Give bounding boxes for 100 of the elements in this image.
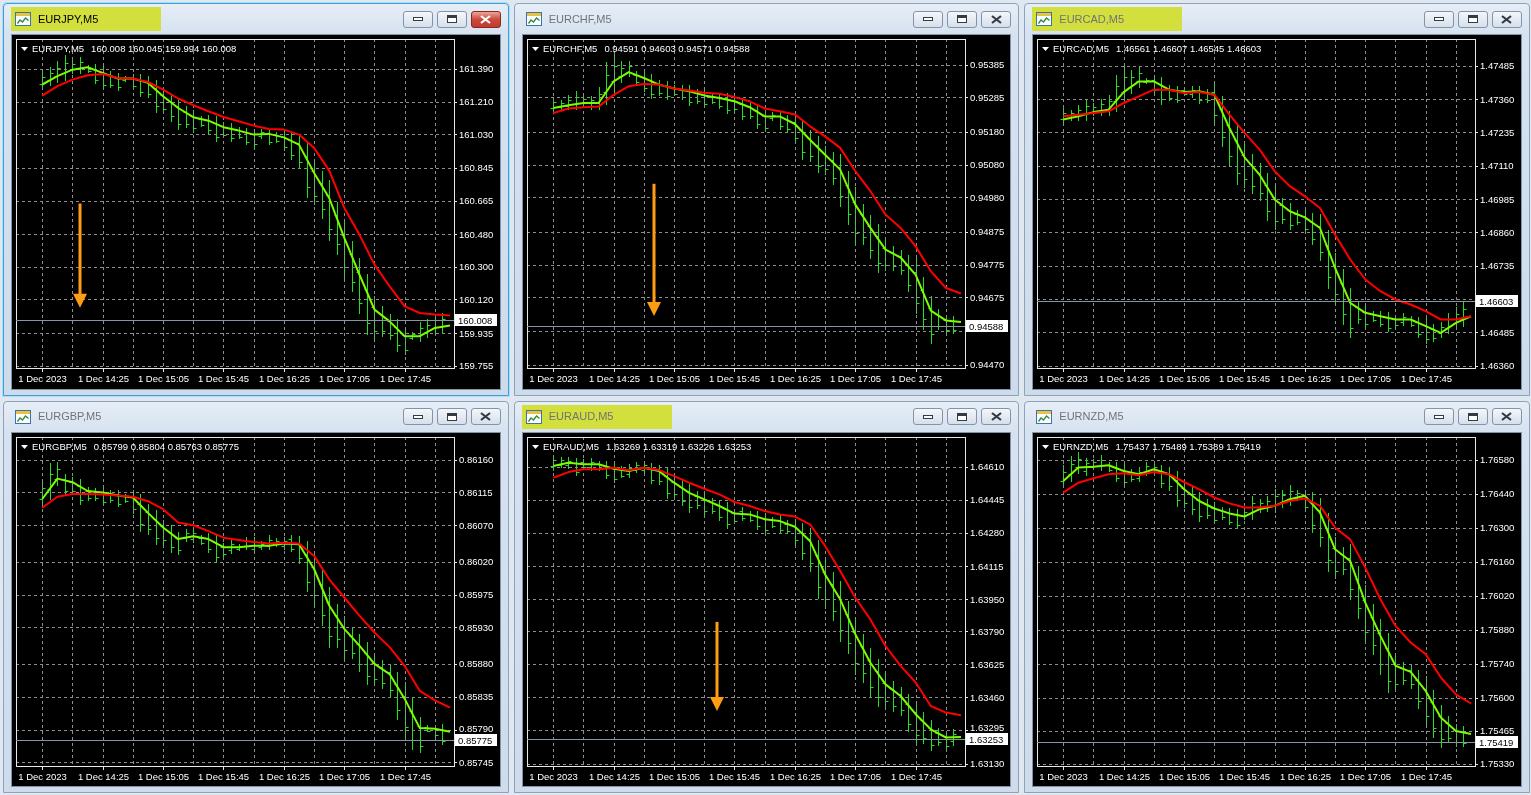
current-price-tag: 1.75419 [1476, 735, 1519, 748]
window-title: EURJPY,M5 [38, 11, 99, 27]
close-icon [480, 412, 492, 421]
price-axis-label: 0.86070 [459, 519, 494, 531]
restore-icon [1468, 15, 1478, 23]
close-button[interactable] [1492, 10, 1522, 28]
minimize-button[interactable] [402, 10, 433, 28]
time-axis-label: 1 Dec 15:05 [648, 770, 700, 782]
time-axis-label: 1 Dec 17:05 [829, 770, 881, 782]
close-icon [1501, 412, 1513, 421]
price-axis-label: 1.76020 [1480, 589, 1515, 601]
price-axis-label: 1.47110 [1480, 160, 1514, 172]
minimize-icon [1434, 414, 1444, 419]
dropdown-triangle-icon[interactable] [1042, 444, 1050, 449]
restore-button[interactable] [947, 10, 978, 28]
chart-symbol-label: EURGBP,M5 [32, 440, 87, 451]
dropdown-triangle-icon[interactable] [21, 444, 28, 449]
price-axis-label: 1.63625 [969, 658, 1004, 670]
time-axis-label: 1 Dec 16:25 [258, 770, 311, 782]
time-axis-label: 1 Dec 2023 [528, 770, 578, 782]
restore-button[interactable] [436, 408, 467, 425]
price-axis-label: 0.85790 [459, 722, 494, 733]
minimize-button[interactable] [402, 408, 433, 425]
restore-button[interactable] [1458, 10, 1488, 28]
price-axis-label: 1.76160 [1480, 555, 1515, 567]
close-button[interactable] [981, 10, 1012, 28]
price-axis-label: 1.47485 [1480, 60, 1515, 72]
minimize-button[interactable] [1424, 408, 1454, 425]
price-axis-label: 0.85880 [459, 657, 494, 669]
price-axis-label: 0.94775 [969, 259, 1004, 271]
price-axis-label: 1.64115 [969, 560, 1004, 571]
time-axis-label: 1 Dec 15:05 [1159, 373, 1211, 384]
minimize-button[interactable] [913, 10, 944, 28]
price-axis-label: 1.63950 [969, 593, 1004, 605]
time-axis-label: 1 Dec 2023 [528, 373, 578, 384]
close-icon [480, 14, 492, 24]
window-title: EURCAD,M5 [1059, 11, 1125, 27]
minimize-button[interactable] [913, 408, 944, 425]
minimize-icon [412, 17, 423, 21]
ref-line-label: 1.75419 [1479, 736, 1514, 748]
price-axis-label: 0.85835 [459, 690, 494, 702]
close-icon [990, 412, 1002, 421]
price-axis-label: 0.86115 [459, 486, 493, 498]
ref-line-label: 0.85775 [458, 734, 493, 746]
current-price-tag: 1.46603 [1476, 295, 1519, 307]
price-axis-label: 1.64445 [969, 493, 1004, 505]
time-axis-label: 1 Dec 16:25 [1280, 373, 1332, 384]
window-title: EURNZD,M5 [1059, 409, 1124, 425]
close-button[interactable] [981, 408, 1012, 425]
time-axis-label: 1 Dec 17:05 [318, 373, 371, 384]
minimize-button[interactable] [1424, 10, 1454, 28]
time-axis-label: 1 Dec 16:25 [769, 770, 821, 782]
close-button[interactable] [470, 10, 501, 28]
chart-window-icon [15, 409, 31, 424]
price-axis-label: 0.95285 [969, 91, 1004, 103]
chart-symbol-label: EURAUD,M5 [542, 440, 599, 451]
price-axis-label: 0.86020 [459, 555, 494, 567]
price-axis-label: 1.46985 [1480, 193, 1515, 205]
price-axis-label: 0.94875 [969, 226, 1004, 238]
restore-button[interactable] [1458, 408, 1488, 425]
restore-button[interactable] [436, 10, 467, 28]
price-axis-label: 1.63790 [969, 625, 1004, 637]
time-axis-label: 1 Dec 2023 [18, 770, 67, 782]
time-axis-label: 1 Dec 14:25 [1099, 770, 1151, 782]
dropdown-triangle-icon[interactable] [531, 444, 539, 449]
ohlc-quote: 1.75437 1.75489 1.75389 1.75419 [1115, 440, 1261, 451]
price-axis-label: 1.64610 [969, 460, 1004, 472]
close-button[interactable] [1492, 408, 1522, 425]
window-title: EURCHF,M5 [548, 11, 612, 27]
price-axis-label: 1.46360 [1480, 360, 1515, 372]
ref-line-label: 0.94588 [968, 321, 1003, 332]
time-axis-label: 1 Dec 14:25 [77, 770, 130, 782]
close-button[interactable] [470, 408, 501, 425]
price-axis-label: 0.85975 [459, 588, 494, 600]
chart-symbol-label: EURNZD,M5 [1053, 440, 1109, 451]
close-icon [990, 14, 1002, 24]
price-axis-label: 161.030 [459, 128, 494, 140]
time-axis-label: 1 Dec 15:45 [708, 373, 760, 384]
chart-window-icon [1036, 409, 1053, 424]
price-axis-label: 0.94980 [969, 191, 1004, 203]
chart-symbol-label: EURJPY,M5 [32, 42, 85, 54]
dropdown-triangle-icon[interactable] [21, 47, 28, 51]
time-axis-label: 1 Dec 17:45 [1401, 770, 1453, 782]
time-axis-label: 1 Dec 16:25 [1280, 770, 1332, 782]
time-axis-label: 1 Dec 15:45 [197, 770, 250, 782]
price-axis-label: 159.935 [459, 327, 494, 339]
price-axis-label: 0.95385 [969, 59, 1004, 71]
current-price-tag: 160.008 [455, 314, 497, 326]
ref-line-label: 1.46603 [1479, 296, 1514, 307]
price-axis-label: 1.64280 [969, 526, 1004, 538]
time-axis-label: 1 Dec 14:25 [77, 373, 130, 384]
dropdown-triangle-icon[interactable] [1042, 47, 1050, 51]
restore-icon [957, 412, 968, 421]
restore-icon [446, 15, 457, 23]
restore-icon [1468, 412, 1478, 421]
current-price-tag: 1.63253 [965, 732, 1008, 745]
price-axis-label: 160.665 [459, 195, 494, 206]
ohlc-quote: 0.85799 0.85804 0.85763 0.85775 [93, 440, 239, 451]
restore-button[interactable] [947, 408, 978, 425]
dropdown-triangle-icon[interactable] [531, 47, 539, 51]
